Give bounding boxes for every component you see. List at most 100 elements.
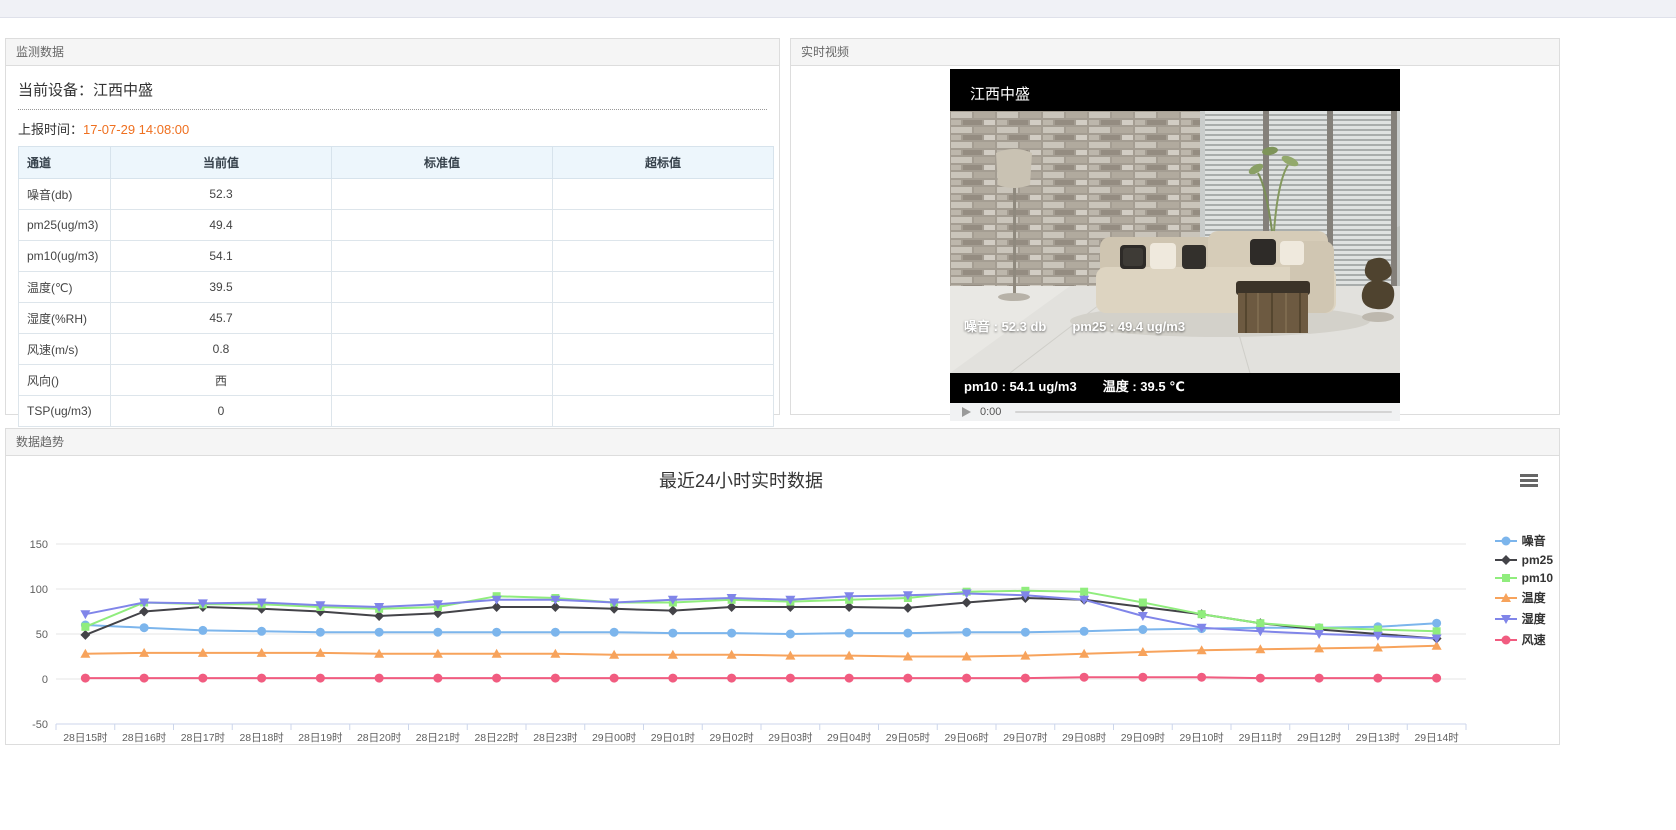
- table-cell: [332, 179, 553, 210]
- data-point: [610, 674, 619, 683]
- legend-label: pm10: [1522, 571, 1553, 585]
- report-time-line: 上报时间：17-07-29 14:08:00: [18, 110, 767, 146]
- x-axis-label: 29日10时: [1179, 732, 1224, 744]
- table-cell: TSP(ug/m3): [19, 396, 111, 427]
- data-point: [1138, 625, 1147, 634]
- top-strip: [0, 0, 1676, 18]
- table-cell: [332, 272, 553, 303]
- data-point: [81, 674, 90, 683]
- data-point: [198, 626, 207, 635]
- data-point: [1198, 610, 1206, 618]
- video-progress-bar[interactable]: [1015, 411, 1392, 413]
- table-row: 风向()西: [19, 365, 774, 396]
- legend-label: 湿度: [1522, 610, 1546, 627]
- table-cell: [553, 179, 774, 210]
- x-axis-label: 29日06时: [944, 732, 989, 744]
- data-point: [433, 674, 442, 683]
- legend-item-温度[interactable]: 温度: [1495, 589, 1553, 606]
- data-point: [433, 628, 442, 637]
- data-point: [1256, 619, 1264, 627]
- table-cell: 湿度(%RH): [19, 303, 111, 334]
- table-cell: 0.8: [111, 334, 332, 365]
- x-axis-label: 28日15时: [63, 732, 108, 744]
- x-axis-label: 28日19时: [298, 732, 343, 744]
- table-cell: [553, 334, 774, 365]
- legend-label: 风速: [1522, 631, 1546, 648]
- data-point: [1138, 673, 1147, 682]
- table-row: pm10(ug/m3)54.1: [19, 241, 774, 272]
- monitor-panel-title: 监测数据: [6, 39, 779, 66]
- trend-panel: 数据趋势 -5005010015028日15时28日16时28日17时28日18…: [5, 428, 1560, 745]
- y-axis-label: 150: [30, 539, 48, 551]
- monitor-table-header: 超标值: [553, 147, 774, 179]
- data-point: [80, 610, 90, 619]
- data-point: [668, 606, 678, 616]
- data-point: [1373, 674, 1382, 683]
- data-point: [845, 674, 854, 683]
- x-axis-label: 29日09时: [1121, 732, 1166, 744]
- data-point: [1021, 674, 1030, 683]
- data-point: [1256, 674, 1265, 683]
- table-cell: 0: [111, 396, 332, 427]
- data-point: [668, 629, 677, 638]
- table-cell: pm25(ug/m3): [19, 210, 111, 241]
- data-point: [903, 603, 913, 613]
- current-device-label: 当前设备：: [18, 82, 93, 99]
- data-point: [845, 629, 854, 638]
- table-cell: [332, 241, 553, 272]
- x-axis-label: 28日16时: [122, 732, 167, 744]
- legend-item-噪音[interactable]: 噪音: [1495, 532, 1553, 549]
- x-axis-label: 29日08时: [1062, 732, 1107, 744]
- x-axis-label: 29日07时: [1003, 732, 1048, 744]
- data-point: [81, 623, 89, 631]
- data-point: [1315, 674, 1324, 683]
- video-data-overlay: 噪音 : 52.3 db pm25 : 49.4 ug/m3 pm10 : 54…: [964, 277, 1187, 403]
- table-row: TSP(ug/m3)0: [19, 396, 774, 427]
- legend-item-pm10[interactable]: pm10: [1495, 571, 1553, 585]
- table-cell: 39.5: [111, 272, 332, 303]
- table-cell: 风向(): [19, 365, 111, 396]
- table-cell: 52.3: [111, 179, 332, 210]
- data-point: [257, 627, 266, 636]
- monitor-panel-body: 当前设备：江西中盛 上报时间：17-07-29 14:08:00 通道当前值标准…: [6, 66, 779, 427]
- legend-item-风速[interactable]: 风速: [1495, 631, 1553, 648]
- x-axis-label: 29日13时: [1356, 732, 1401, 744]
- video-player: 江西中盛: [950, 69, 1400, 421]
- table-row: 风速(m/s)0.8: [19, 334, 774, 365]
- legend-item-pm25[interactable]: pm25: [1495, 553, 1553, 567]
- video-time: 0:00: [980, 406, 1001, 418]
- x-axis-label: 28日21时: [416, 732, 461, 744]
- data-point: [492, 628, 501, 637]
- table-cell: 49.4: [111, 210, 332, 241]
- data-point: [551, 628, 560, 637]
- series-line-风速: [85, 677, 1436, 678]
- monitor-table-header: 通道: [19, 147, 111, 179]
- table-cell: [553, 396, 774, 427]
- legend-label: 噪音: [1522, 532, 1546, 549]
- trend-chart-area: -5005010015028日15时28日16时28日17时28日18时28日1…: [6, 456, 1559, 746]
- data-point: [80, 630, 90, 640]
- video-screen[interactable]: 江西中盛: [950, 69, 1400, 403]
- table-cell: [332, 365, 553, 396]
- play-icon[interactable]: [962, 407, 971, 417]
- data-point: [1433, 627, 1441, 635]
- hamburger-icon[interactable]: [1515, 470, 1543, 494]
- table-cell: [553, 210, 774, 241]
- data-point: [1432, 674, 1441, 683]
- x-axis-label: 29日11时: [1239, 732, 1283, 744]
- table-row: 噪音(db)52.3: [19, 179, 774, 210]
- x-axis-label: 29日00时: [592, 732, 637, 744]
- series-line-噪音: [85, 623, 1436, 634]
- table-cell: [553, 241, 774, 272]
- table-cell: [553, 272, 774, 303]
- legend-marker-icon: [1495, 554, 1517, 566]
- video-panel: 实时视频 江西中盛: [790, 38, 1560, 415]
- table-cell: [553, 365, 774, 396]
- legend-item-湿度[interactable]: 湿度: [1495, 610, 1553, 627]
- x-axis-label: 29日12时: [1297, 732, 1342, 744]
- y-axis-label: 0: [42, 674, 48, 686]
- overlay-line: 噪音 : 52.3 db pm25 : 49.4 ug/m3: [964, 317, 1187, 337]
- monitor-table: 通道当前值标准值超标值 噪音(db)52.3pm25(ug/m3)49.4pm1…: [18, 146, 774, 427]
- series-line-温度: [85, 646, 1436, 657]
- data-point: [727, 629, 736, 638]
